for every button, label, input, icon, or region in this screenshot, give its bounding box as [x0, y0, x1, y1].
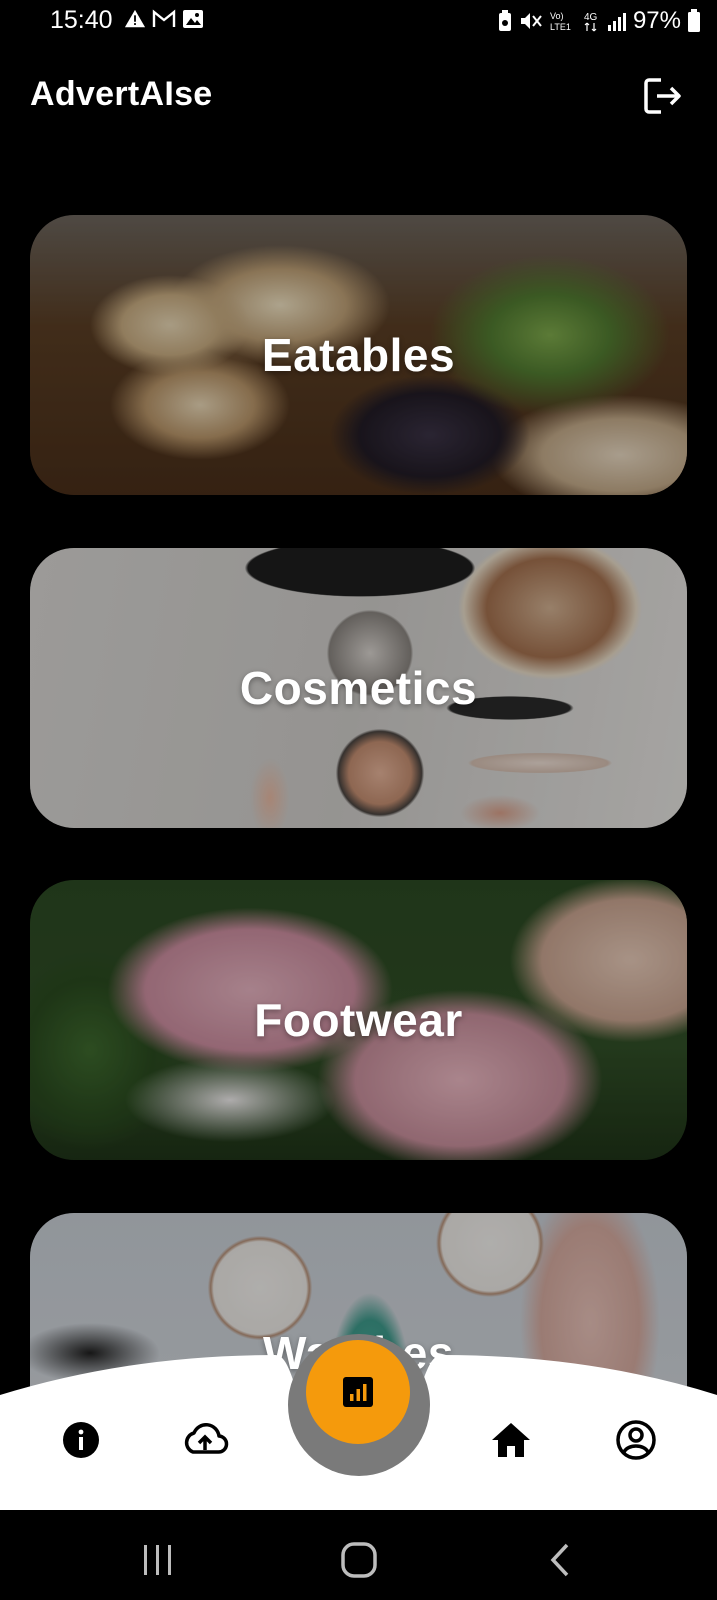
status-bar: 15:40 Vo) LTE1 4G 97%: [0, 0, 717, 44]
category-label: Footwear: [254, 994, 463, 1046]
app-bar: AdvertAIse: [0, 60, 717, 130]
status-time: 15:40: [50, 6, 113, 34]
account-circle-icon: [616, 1420, 656, 1460]
mute-icon: [520, 13, 542, 29]
home-icon: [492, 1423, 530, 1457]
category-card-eatables[interactable]: Eatables: [30, 215, 687, 495]
notification-icons: [124, 8, 204, 30]
battery-percent: 97%: [632, 7, 681, 34]
gmail-icon: [152, 9, 176, 27]
volte-icon: Vo)LTE1: [550, 11, 571, 32]
recent-apps-button[interactable]: [138, 1540, 178, 1580]
app-title: AdvertAIse: [30, 75, 213, 113]
category-card-cosmetics[interactable]: Cosmetics: [30, 548, 687, 828]
battery-icon: [688, 9, 700, 32]
recent-apps-icon: [144, 1545, 171, 1575]
signal-icon: [607, 13, 626, 31]
nav-home[interactable]: [486, 1415, 536, 1465]
nav-upload[interactable]: [180, 1415, 230, 1465]
info-icon: [63, 1422, 99, 1458]
battery-saver-icon: [498, 10, 511, 31]
system-status: Vo) LTE1 4G 97%: [497, 7, 701, 35]
back-chevron-icon: [550, 1543, 569, 1577]
logout-icon[interactable]: [641, 74, 685, 118]
category-card-footwear[interactable]: Footwear: [30, 880, 687, 1160]
back-button[interactable]: [540, 1540, 580, 1580]
category-label: Cosmetics: [239, 662, 478, 714]
warning-icon: [124, 9, 146, 28]
category-label: Eatables: [261, 329, 456, 381]
nav-profile[interactable]: [611, 1415, 661, 1465]
analytics-fab-button[interactable]: [306, 1340, 410, 1444]
system-navigation-bar: [0, 1510, 717, 1600]
4g-icon: 4G: [584, 12, 598, 32]
nav-info[interactable]: [56, 1415, 106, 1465]
cloud-upload-icon: [184, 1423, 229, 1454]
image-icon: [183, 10, 203, 28]
svg-text:4G: 4G: [584, 12, 598, 23]
svg-text:Vo): Vo): [550, 11, 564, 21]
home-system-button[interactable]: [339, 1540, 379, 1580]
category-list: Eatables Cosmetics Footwear Watches: [30, 215, 687, 1395]
svg-text:LTE1: LTE1: [550, 22, 571, 32]
home-square-icon: [341, 1542, 377, 1578]
bar-chart-icon: [343, 1377, 373, 1407]
